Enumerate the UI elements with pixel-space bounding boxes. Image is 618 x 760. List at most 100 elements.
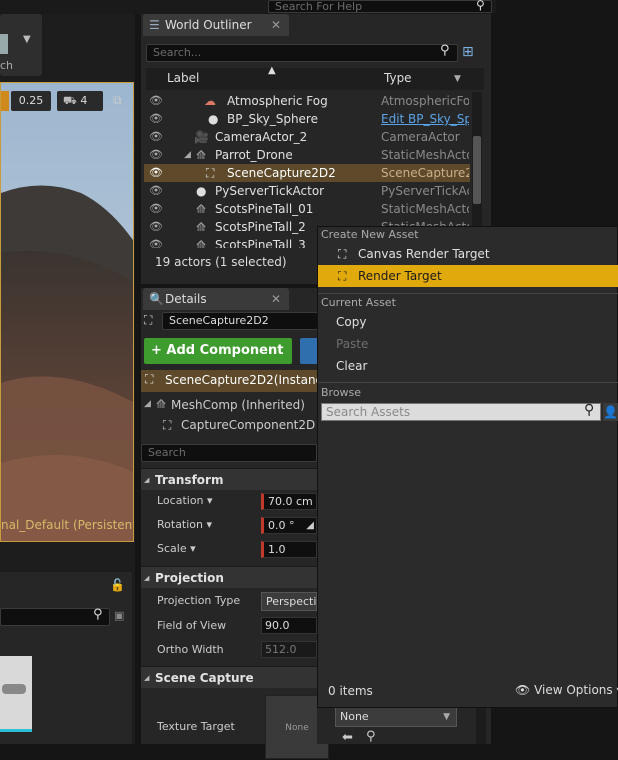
add-folder-icon[interactable]: ⊞	[462, 44, 474, 60]
view-options-label: View Options ▾	[534, 683, 618, 697]
use-selected-arrow-icon[interactable]: ⬅	[342, 730, 353, 745]
snap-toggle[interactable]	[1, 91, 9, 111]
visibility-eye-icon[interactable]: 👁	[149, 110, 163, 128]
maximize-icon[interactable]: ⧉	[113, 93, 122, 108]
details-scrollbar[interactable]	[476, 704, 486, 744]
outliner-header: Label ▲ Type ▼	[146, 65, 484, 90]
texture-target-combo[interactable]: None ▼	[335, 707, 457, 727]
actor-icon: ●	[196, 184, 207, 198]
search-icon[interactable]: ⚲	[476, 0, 485, 12]
location-x-field[interactable]: 70.0 cm	[261, 493, 317, 510]
section-transform[interactable]: Transform	[141, 468, 317, 491]
lock-icon[interactable]: 🔓	[110, 578, 125, 592]
view-options-button[interactable]: 👁 View Options ▾	[515, 683, 618, 701]
tab-details[interactable]: 🔍 Details ✕	[143, 288, 289, 310]
asset-thumbnail[interactable]	[0, 656, 32, 732]
tab-label: Details	[165, 292, 207, 306]
save-icon[interactable]: ▣	[114, 609, 124, 622]
visibility-eye-icon[interactable]: 👁	[149, 218, 163, 236]
list-item[interactable]: 👁 ☁ Atmospheric Fog AtmosphericFog	[144, 92, 470, 110]
scrollbar-thumb[interactable]	[473, 136, 481, 204]
rotation-x-field[interactable]: 0.0 ° ◢	[261, 517, 317, 534]
scale-label[interactable]: Scale ▾	[157, 542, 196, 555]
search-for-help-input[interactable]: Search For Help	[268, 0, 492, 13]
mesh-icon: ⟰	[196, 202, 207, 216]
chevron-down-icon[interactable]: ▼	[23, 34, 31, 45]
fov-field[interactable]: 90.0	[261, 617, 317, 634]
search-icon[interactable]: ⚲	[93, 607, 103, 622]
toolbar-icon	[0, 34, 8, 54]
camera-speed[interactable]: ⛟ 4	[57, 91, 103, 111]
col-type[interactable]: Type	[384, 71, 412, 85]
instance-row[interactable]: ⛶ SceneCapture2D2(Instance)	[141, 370, 334, 392]
filter-user-icon[interactable]: 👤	[603, 403, 618, 421]
ortho-width-field[interactable]: 512.0	[261, 641, 317, 658]
level-label: nal_Default (Persistent)	[1, 518, 134, 532]
asset-search-input[interactable]: Search Assets	[321, 403, 601, 421]
outliner-search-input[interactable]: Search...	[146, 44, 458, 62]
mesh-icon: ⟰	[196, 220, 207, 234]
drag-icon[interactable]: ◢	[306, 518, 314, 533]
section-scene-capture[interactable]: Scene Capture	[141, 666, 317, 689]
projection-type-label: Projection Type	[157, 594, 241, 607]
render-target-item[interactable]: ⛶ Render Target	[318, 265, 618, 287]
visibility-eye-icon[interactable]: 👁	[149, 236, 163, 248]
row-label: BP_Sky_Sphere	[227, 112, 318, 126]
close-icon[interactable]: ✕	[271, 14, 281, 36]
list-item[interactable]: 👁 ◢ ⟰ Parrot_Drone StaticMeshActor	[144, 146, 470, 164]
instance-label: SceneCapture2D2(Instance)	[165, 373, 335, 387]
location-label[interactable]: Location ▾	[157, 494, 213, 507]
tab-world-outliner[interactable]: ☰ World Outliner ✕	[143, 14, 289, 36]
search-icon[interactable]: ⚲	[584, 402, 594, 418]
section-projection[interactable]: Projection	[141, 566, 317, 589]
list-item-selected[interactable]: 👁 ⛶ SceneCapture2D2 SceneCapture2D	[144, 164, 470, 182]
chevron-down-icon[interactable]: ▼	[454, 74, 461, 84]
visibility-eye-icon[interactable]: 👁	[149, 128, 163, 146]
list-item[interactable]: 👁 ● PyServerTickActor PyServerTickAct	[144, 182, 470, 200]
mesh-comp-item[interactable]: MeshComp (Inherited)	[171, 398, 305, 412]
landscape-image	[1, 83, 133, 541]
asset-preview	[2, 684, 26, 694]
details-search-input[interactable]: Search	[141, 444, 317, 462]
list-item[interactable]: 👁 ⟰ ScotsPineTall_01 StaticMeshActor	[144, 200, 470, 218]
actor-count: 19 actors (1 selected)	[155, 255, 287, 269]
list-item[interactable]: 👁 🎥 CameraActor_2 CameraActor	[144, 128, 470, 146]
projection-type-select[interactable]: Perspectiv	[261, 592, 317, 611]
expand-arrow-icon[interactable]: ◢	[184, 146, 191, 164]
grid-snap-value[interactable]: 0.25	[11, 91, 51, 111]
visibility-eye-icon[interactable]: 👁	[149, 200, 163, 218]
edit-blueprint-link[interactable]: Edit BP_Sky_Sp	[381, 110, 469, 128]
canvas-render-target-item[interactable]: ⛶ Canvas Render Target	[318, 243, 618, 265]
viewport[interactable]: 0.25 ⛟ 4 ⧉ nal_Default (Persistent)	[0, 82, 134, 542]
search-icon[interactable]: ⚲	[440, 43, 450, 58]
browse-header: Browse	[321, 386, 362, 399]
visibility-eye-icon[interactable]: 👁	[149, 182, 163, 200]
camera-icon: 🎥	[194, 130, 209, 144]
expand-arrow-icon[interactable]: ◢	[144, 399, 151, 409]
actor-name-input[interactable]: SceneCapture2D2	[162, 312, 318, 330]
list-item[interactable]: 👁 ● BP_Sky_Sphere Edit BP_Sky_Sp	[144, 110, 470, 128]
visibility-eye-icon[interactable]: 👁	[149, 146, 163, 164]
clear-item[interactable]: Clear	[318, 355, 618, 377]
close-icon[interactable]: ✕	[271, 288, 281, 310]
menu-separator	[318, 293, 618, 294]
rotation-label[interactable]: Rotation ▾	[157, 518, 212, 531]
capture-comp-item[interactable]: CaptureComponent2D (In	[181, 418, 317, 432]
copy-item[interactable]: Copy	[318, 311, 618, 333]
visibility-eye-icon[interactable]: 👁	[149, 164, 163, 182]
browse-search-icon[interactable]: ⚲	[366, 729, 376, 744]
visibility-eye-icon[interactable]: 👁	[149, 92, 163, 110]
create-new-asset-header: Create New Asset	[321, 228, 419, 241]
add-component-button[interactable]: + Add Component ▾	[144, 338, 292, 384]
row-label: PyServerTickActor	[215, 184, 325, 198]
scale-x-field[interactable]: 1.0	[261, 541, 317, 558]
blueprint-button[interactable]	[300, 338, 317, 364]
toolbar-button[interactable]: ch	[0, 14, 42, 76]
scene-capture-icon: ⛶	[163, 418, 172, 432]
paste-item[interactable]: Paste	[318, 333, 618, 355]
row-type: AtmosphericFog	[381, 94, 469, 108]
row-label: Atmospheric Fog	[227, 94, 328, 108]
row-label: ScotsPineTall_2	[215, 220, 306, 234]
scrollbar-track[interactable]	[472, 92, 482, 248]
col-label[interactable]: Label	[167, 71, 199, 85]
